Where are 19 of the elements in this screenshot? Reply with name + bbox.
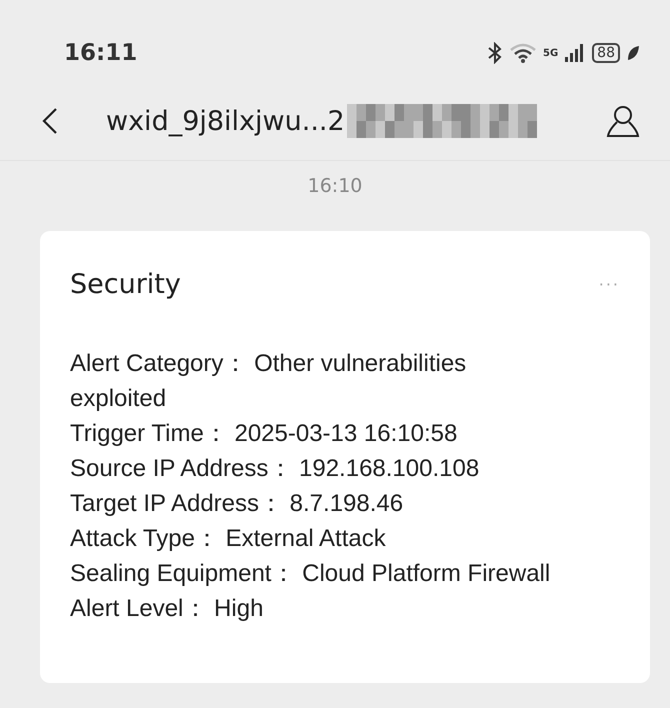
wifi-icon <box>509 42 537 64</box>
bluetooth-icon <box>487 42 503 64</box>
alert-detail: Alert Level： High <box>70 594 264 624</box>
alert-detail: Sealing Equipment： Cloud Platform Firewall <box>70 559 552 589</box>
network-label: 5G <box>543 48 558 58</box>
profile-icon[interactable] <box>606 104 640 138</box>
alert-detail: Alert Category： Other vulnerabilities exploited <box>70 349 468 414</box>
message-time: 16:10 <box>308 175 362 197</box>
alert-detail: Source IP Address： 192.168.100.108 <box>70 454 480 484</box>
alert-detail: Trigger Time： 2025-03-13 16:10:58 <box>70 419 458 449</box>
more-button[interactable]: ··· <box>598 275 620 294</box>
alert-detail: Attack Type： External Attack <box>70 524 387 554</box>
chat-title: wxid_9j8ilxjwu...2 <box>106 106 345 136</box>
status-time: 16:11 <box>64 40 138 66</box>
battery-level: 88 <box>592 43 620 63</box>
alert-detail: Target IP Address： 8.7.198.46 <box>70 489 404 519</box>
leaf-icon <box>626 44 640 62</box>
card-title: Security <box>70 269 181 300</box>
back-icon[interactable] <box>42 107 58 135</box>
